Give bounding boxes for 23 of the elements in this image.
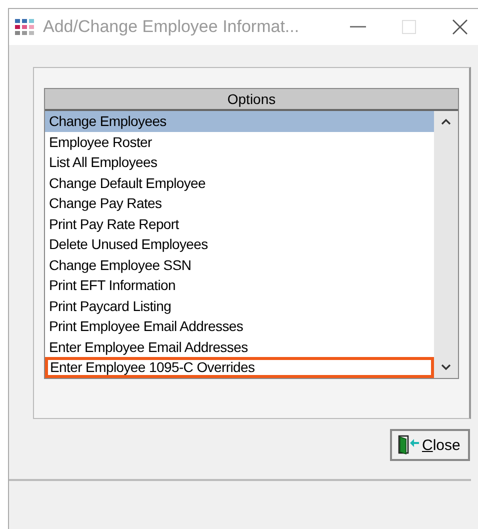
scroll-up-icon[interactable] xyxy=(440,118,452,126)
list-item[interactable]: Print Pay Rate Report xyxy=(45,214,434,234)
list-item[interactable]: Enter Employee 1095-C Overrides xyxy=(45,357,434,378)
list-item[interactable]: Change Default Employee xyxy=(45,172,434,193)
list-item[interactable]: Employee Roster xyxy=(45,132,434,152)
list-item[interactable]: Print Employee Email Addresses xyxy=(45,316,434,336)
minimize-icon[interactable] xyxy=(350,26,366,28)
list-item[interactable]: Print EFT Information xyxy=(45,275,434,296)
exit-door-icon xyxy=(398,435,420,455)
close-icon[interactable] xyxy=(452,19,468,35)
scrollbar[interactable] xyxy=(434,111,458,378)
close-button[interactable]: Close xyxy=(390,429,470,461)
list-item[interactable]: Change Employee SSN xyxy=(45,254,434,275)
list-item[interactable]: Delete Unused Employees xyxy=(45,234,434,254)
app-icon xyxy=(15,19,35,35)
window-title: Add/Change Employee Informat... xyxy=(43,17,300,37)
list-item[interactable]: Print Paycard Listing xyxy=(45,296,434,316)
list-item[interactable]: Change Pay Rates xyxy=(45,193,434,214)
column-header: Options xyxy=(45,89,458,111)
list-item[interactable]: Enter Employee Email Addresses xyxy=(45,336,434,357)
list-item[interactable]: List All Employees xyxy=(45,152,434,172)
list-item[interactable]: Change Employees xyxy=(45,111,434,132)
scroll-down-icon[interactable] xyxy=(440,362,452,370)
